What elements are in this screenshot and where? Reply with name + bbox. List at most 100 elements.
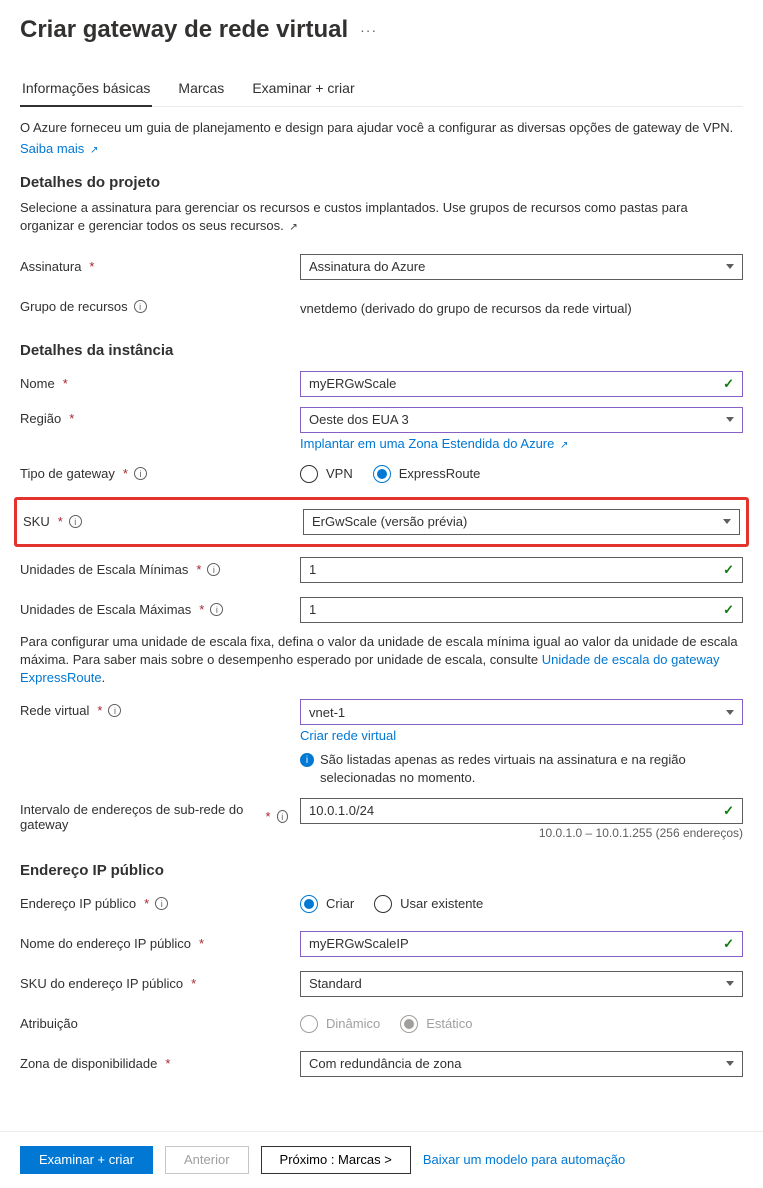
sku-highlighted-row: SKU * i ErGwScale (versão prévia)	[14, 497, 749, 547]
pip-name-label: Nome do endereço IP público	[20, 936, 191, 951]
pip-create-label: Criar	[326, 896, 354, 911]
required-marker: *	[89, 259, 94, 274]
info-icon[interactable]: i	[210, 603, 223, 616]
info-icon[interactable]: i	[134, 467, 147, 480]
pip-name-input[interactable]: myERGwScaleIP ✓	[300, 931, 743, 957]
info-icon[interactable]: i	[134, 300, 147, 313]
region-value: Oeste dos EUA 3	[309, 412, 726, 427]
required-marker: *	[199, 936, 204, 951]
sku-label: SKU	[23, 514, 50, 529]
chevron-down-icon	[726, 264, 734, 269]
check-icon: ✓	[723, 376, 734, 392]
scale-note: Para configurar uma unidade de escala fi…	[20, 633, 743, 688]
max-scale-input[interactable]: 1 ✓	[300, 597, 743, 623]
required-marker: *	[69, 411, 74, 426]
region-dropdown[interactable]: Oeste dos EUA 3	[300, 407, 743, 433]
info-icon[interactable]: i	[155, 897, 168, 910]
info-icon[interactable]: i	[277, 810, 288, 823]
radio-icon	[300, 1015, 318, 1033]
required-marker: *	[97, 703, 102, 718]
gateway-type-vpn-label: VPN	[326, 466, 353, 481]
check-icon: ✓	[723, 936, 734, 952]
pip-label: Endereço IP público	[20, 896, 136, 911]
create-vnet-link[interactable]: Criar rede virtual	[300, 728, 396, 743]
radio-icon	[373, 465, 391, 483]
info-icon[interactable]: i	[108, 704, 121, 717]
subnet-hint: 10.0.1.0 – 10.0.1.255 (256 endereços)	[300, 826, 743, 840]
gateway-type-er-label: ExpressRoute	[399, 466, 481, 481]
next-button[interactable]: Próximo : Marcas >	[261, 1146, 411, 1174]
subscription-value: Assinatura do Azure	[309, 259, 726, 274]
external-link-icon: ↗	[289, 222, 297, 233]
page-title: Criar gateway de rede virtual	[20, 16, 348, 44]
public-ip-header: Endereço IP público	[20, 862, 743, 879]
radio-icon	[300, 465, 318, 483]
instance-details-header: Detalhes da instância	[20, 342, 743, 359]
subnet-value: 10.0.1.0/24	[309, 803, 723, 818]
chevron-down-icon	[726, 710, 734, 715]
learn-more-label: Saiba mais	[20, 141, 84, 156]
vnet-info-text: São listadas apenas as redes virtuais na…	[320, 751, 743, 787]
check-icon: ✓	[723, 562, 734, 578]
min-scale-input[interactable]: 1 ✓	[300, 557, 743, 583]
required-marker: *	[144, 896, 149, 911]
required-marker: *	[265, 809, 270, 824]
subscription-dropdown[interactable]: Assinatura do Azure	[300, 254, 743, 280]
pip-name-value: myERGwScaleIP	[309, 936, 723, 951]
pip-create-radio[interactable]: Criar	[300, 895, 354, 913]
tab-bar: Informações básicas Marcas Examinar + cr…	[20, 72, 743, 107]
external-link-icon: ↗	[90, 145, 98, 156]
subnet-input[interactable]: 10.0.1.0/24 ✓	[300, 798, 743, 824]
required-marker: *	[63, 376, 68, 391]
rg-value: vnetdemo (derivado do grupo de recursos …	[300, 297, 743, 316]
required-marker: *	[58, 514, 63, 529]
pip-existing-label: Usar existente	[400, 896, 483, 911]
required-marker: *	[191, 976, 196, 991]
more-menu-icon[interactable]: ···	[360, 22, 377, 38]
pip-sku-dropdown[interactable]: Standard	[300, 971, 743, 997]
pip-existing-radio[interactable]: Usar existente	[374, 895, 483, 913]
name-input[interactable]: myERGwScale ✓	[300, 371, 743, 397]
required-marker: *	[199, 602, 204, 617]
check-icon: ✓	[723, 602, 734, 618]
sku-value: ErGwScale (versão prévia)	[312, 514, 723, 529]
info-icon[interactable]: i	[69, 515, 82, 528]
required-marker: *	[165, 1056, 170, 1071]
radio-icon	[374, 895, 392, 913]
info-icon[interactable]: i	[207, 563, 220, 576]
project-details-desc: Selecione a assinatura para gerenciar os…	[20, 199, 743, 235]
learn-more-link[interactable]: Saiba mais ↗	[20, 141, 98, 156]
min-scale-value: 1	[309, 562, 723, 577]
sku-dropdown[interactable]: ErGwScale (versão prévia)	[303, 509, 740, 535]
region-label: Região	[20, 411, 61, 426]
assignment-label: Atribuição	[20, 1016, 78, 1031]
tab-tags[interactable]: Marcas	[176, 72, 226, 106]
chevron-down-icon	[723, 519, 731, 524]
footer-bar: Examinar + criar Anterior Próximo : Marc…	[0, 1131, 763, 1188]
info-circle-icon: i	[300, 753, 314, 767]
external-link-icon: ↗	[560, 440, 568, 451]
download-template-link[interactable]: Baixar um modelo para automação	[423, 1152, 625, 1167]
az-dropdown[interactable]: Com redundância de zona	[300, 1051, 743, 1077]
subscription-label: Assinatura	[20, 259, 81, 274]
az-value: Com redundância de zona	[309, 1056, 726, 1071]
vnet-dropdown[interactable]: vnet-1	[300, 699, 743, 725]
gateway-type-er-radio[interactable]: ExpressRoute	[373, 465, 481, 483]
tab-basics[interactable]: Informações básicas	[20, 72, 152, 106]
required-marker: *	[196, 562, 201, 577]
az-extended-link[interactable]: Implantar em uma Zona Estendida do Azure…	[300, 436, 568, 451]
gateway-type-vpn-radio[interactable]: VPN	[300, 465, 353, 483]
check-icon: ✓	[723, 803, 734, 819]
chevron-down-icon	[726, 981, 734, 986]
previous-button: Anterior	[165, 1146, 249, 1174]
vnet-value: vnet-1	[309, 705, 726, 720]
az-extended-label: Implantar em uma Zona Estendida do Azure	[300, 436, 554, 451]
az-label: Zona de disponibilidade	[20, 1056, 157, 1071]
review-create-button[interactable]: Examinar + criar	[20, 1146, 153, 1174]
assignment-static-label: Estático	[426, 1016, 472, 1031]
radio-icon	[300, 895, 318, 913]
name-value: myERGwScale	[309, 376, 723, 391]
tab-review[interactable]: Examinar + criar	[250, 72, 356, 106]
chevron-down-icon	[726, 1061, 734, 1066]
project-details-desc-text: Selecione a assinatura para gerenciar os…	[20, 200, 688, 233]
